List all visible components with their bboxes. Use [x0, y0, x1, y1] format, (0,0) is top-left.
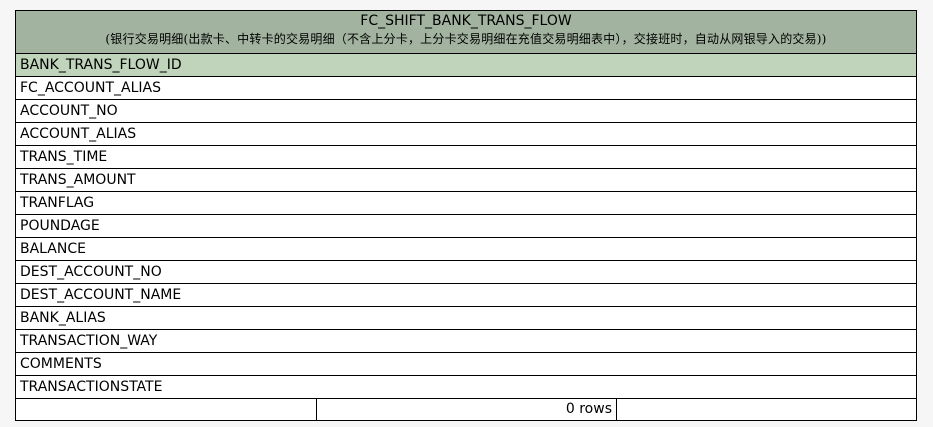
- column-row: TRANSACTION_WAY: [16, 330, 916, 353]
- column-row: ACCOUNT_ALIAS: [16, 123, 916, 146]
- table-entity: FC_SHIFT_BANK_TRANS_FLOW (银行交易明细(出款卡、中转卡…: [15, 10, 917, 421]
- column-row: TRANSACTIONSTATE: [16, 376, 916, 399]
- column-row: ACCOUNT_NO: [16, 100, 916, 123]
- table-comment: (银行交易明细(出款卡、中转卡的交易明细（不含上分卡，上分卡交易明细在充值交易明…: [105, 32, 827, 46]
- table-footer: 0 rows: [16, 399, 916, 420]
- column-row: TRANS_AMOUNT: [16, 169, 916, 192]
- column-row: COMMENTS: [16, 353, 916, 376]
- footer-left-cell: [16, 399, 317, 420]
- column-row: DEST_ACCOUNT_NO: [16, 261, 916, 284]
- column-row: TRANFLAG: [16, 192, 916, 215]
- table-name: FC_SHIFT_BANK_TRANS_FLOW: [360, 13, 572, 29]
- row-count: 0 rows: [317, 399, 617, 420]
- column-row: DEST_ACCOUNT_NAME: [16, 284, 916, 307]
- table-header: FC_SHIFT_BANK_TRANS_FLOW (银行交易明细(出款卡、中转卡…: [16, 11, 916, 54]
- primary-key-column: BANK_TRANS_FLOW_ID: [16, 54, 916, 77]
- column-row: TRANS_TIME: [16, 146, 916, 169]
- column-row: FC_ACCOUNT_ALIAS: [16, 77, 916, 100]
- column-row: BANK_ALIAS: [16, 307, 916, 330]
- column-row: POUNDAGE: [16, 215, 916, 238]
- column-row: BALANCE: [16, 238, 916, 261]
- footer-right-cell: [617, 399, 916, 420]
